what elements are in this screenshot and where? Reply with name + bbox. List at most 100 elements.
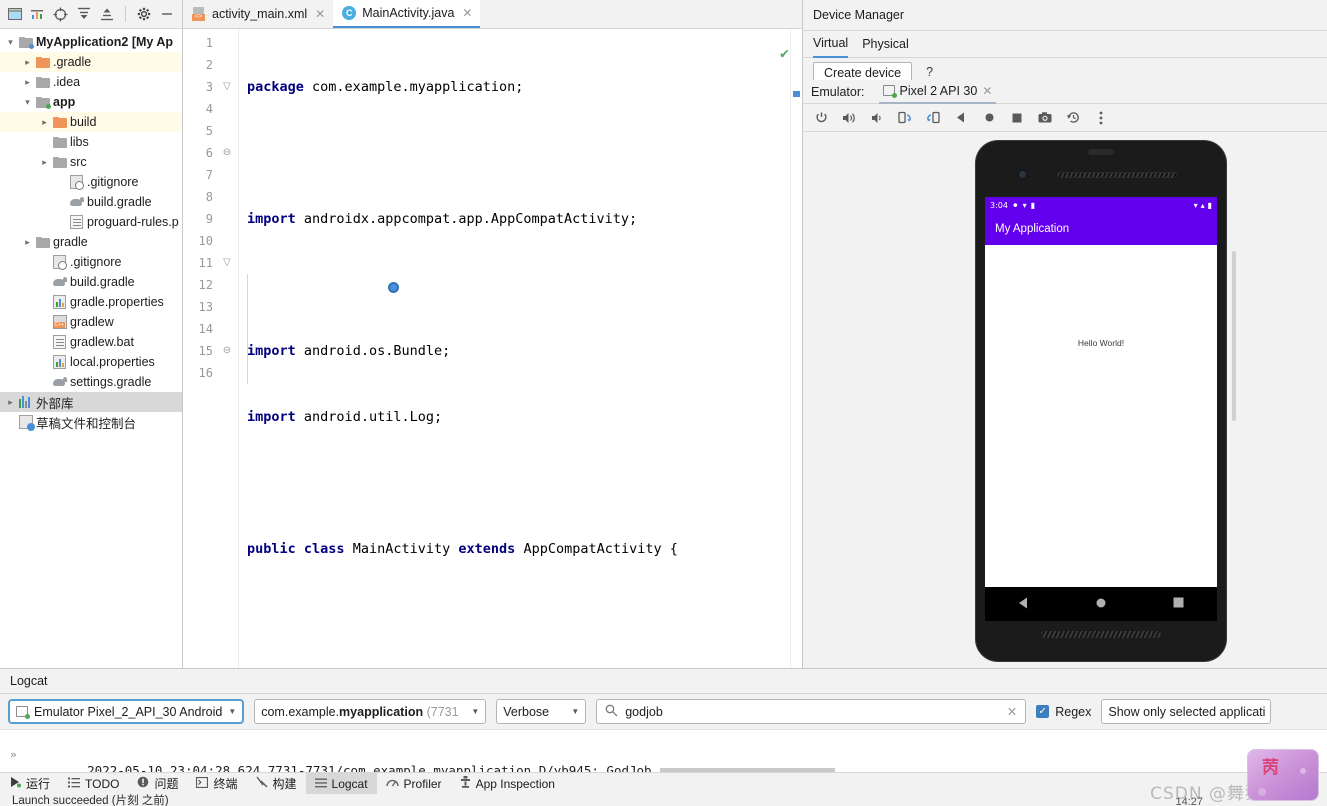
breakpoint-icon[interactable] <box>388 282 399 293</box>
emulator-device-tab[interactable]: Pixel 2 API 30 ✕ <box>878 80 997 104</box>
project-tree[interactable]: ▾ MyApplication2 [My Ap ▸ .gradle ▸ .idea ▾ app… <box>0 29 182 432</box>
editor-gutter[interactable]: 1 2 3 4 5 6 7 8 9 10 11 12 13 14 15 16 ▽ ⊖ ▽ ⊖ <box>183 29 239 668</box>
tree-node[interactable]: ▸ .gradle <box>0 52 182 72</box>
tree-node[interactable]: ▸ 外部库 <box>0 392 182 412</box>
toolwindow-logcat[interactable]: Logcat <box>305 772 377 795</box>
tree-node[interactable]: proguard-rules.p <box>0 212 182 232</box>
logcat-search-input[interactable]: godjob ✕ <box>596 699 1027 724</box>
scrollbar-marker[interactable] <box>793 91 800 97</box>
tree-node[interactable]: gradle.properties <box>0 292 182 312</box>
back-nav-icon[interactable] <box>1018 597 1029 612</box>
tree-node[interactable]: local.properties <box>0 352 182 372</box>
tree-node[interactable]: .gitignore <box>0 252 182 272</box>
emulator-toolbar[interactable] <box>803 104 1327 132</box>
code-fold-icon[interactable]: ▽ <box>221 258 233 268</box>
tree-node[interactable]: ▸ src <box>0 152 182 172</box>
tab-virtual[interactable]: Virtual <box>813 31 849 58</box>
locate-icon[interactable] <box>53 6 68 22</box>
close-icon[interactable]: ✕ <box>315 7 325 21</box>
chevron-right-icon[interactable]: ▸ <box>21 237 34 247</box>
code-editor[interactable]: 1 2 3 4 5 6 7 8 9 10 11 12 13 14 15 16 ▽ ⊖ ▽ ⊖ package com.… <box>183 29 802 806</box>
toolwindow-terminal[interactable]: 终端 <box>187 773 246 795</box>
wifi-icon: ▾ <box>1022 200 1027 210</box>
volume-up-icon[interactable] <box>841 110 857 126</box>
close-icon[interactable]: ✕ <box>462 6 472 20</box>
more-icon[interactable] <box>1093 110 1109 126</box>
device-manager-tabs[interactable]: Virtual Physical <box>803 31 1327 58</box>
overview-icon[interactable] <box>1009 110 1025 126</box>
module-folder-icon <box>35 96 51 109</box>
inspection-ok-icon[interactable]: ✔ <box>780 42 789 64</box>
logcat-filter-selector[interactable]: Show only selected applicati <box>1101 699 1272 724</box>
chevron-right-icon[interactable]: ▸ <box>21 77 34 87</box>
close-icon[interactable]: ✕ <box>982 84 992 98</box>
power-icon[interactable] <box>813 110 829 126</box>
tree-node[interactable]: build.gradle <box>0 192 182 212</box>
clear-search-icon[interactable]: ✕ <box>1007 704 1017 719</box>
emulator-device-frame[interactable]: 3:04 ⚫ ▾ ▮ ▾ ▴ ▮ My Application Hello Wo… <box>976 141 1236 661</box>
settings-gear-icon[interactable] <box>137 6 151 22</box>
tree-node[interactable]: ▾ app <box>0 92 182 112</box>
chevron-right-icon[interactable]: ▸ <box>38 117 51 127</box>
window-icon[interactable] <box>8 6 22 22</box>
logcat-level-selector[interactable]: Verbose ▼ <box>496 699 587 724</box>
gradle-file-icon <box>52 376 67 388</box>
home-nav-icon[interactable] <box>1095 597 1107 612</box>
toolwindow-build-label: 构建 <box>272 777 297 791</box>
logcat-process-selector[interactable]: com.example.myapplication (7731 ▼ <box>254 699 487 724</box>
collapse-all-icon[interactable] <box>100 6 114 22</box>
chevron-down-icon[interactable]: ▾ <box>4 37 17 47</box>
emulator-scrollbar[interactable] <box>1232 251 1236 421</box>
tree-node-label: local.properties <box>70 355 155 369</box>
logcat-output[interactable]: » 2022-05-10 23:04:28.624 7731-7731/com.… <box>0 730 1327 778</box>
project-chart-icon[interactable] <box>31 6 44 22</box>
back-icon[interactable] <box>953 110 969 126</box>
help-icon[interactable]: ? <box>926 65 933 79</box>
chevron-right-icon[interactable]: ▸ <box>38 157 51 167</box>
chevron-right-icon[interactable]: ▸ <box>21 57 34 67</box>
hide-icon[interactable] <box>160 6 174 22</box>
tree-node[interactable]: ▸ .idea <box>0 72 182 92</box>
tree-node[interactable]: ▸ build <box>0 112 182 132</box>
recents-nav-icon[interactable] <box>1173 597 1184 611</box>
rotate-right-icon[interactable] <box>925 110 941 126</box>
tree-node[interactable]: libs <box>0 132 182 152</box>
logcat-regex-toggle[interactable]: ✓ Regex <box>1036 705 1091 719</box>
code-fold-icon[interactable]: ▽ <box>221 82 233 92</box>
emulator-screen[interactable]: 3:04 ⚫ ▾ ▮ ▾ ▴ ▮ My Application Hello Wo… <box>985 197 1217 587</box>
code-fold-icon[interactable]: ⊖ <box>221 148 233 158</box>
tree-node[interactable]: build.gradle <box>0 272 182 292</box>
toolwindow-app-inspection[interactable]: App Inspection <box>451 773 564 795</box>
tree-node[interactable]: gradlew.bat <box>0 332 182 352</box>
rotate-left-icon[interactable] <box>897 110 913 126</box>
cpp-file-icon: C++ <box>52 315 67 329</box>
code-text[interactable]: package com.example.myapplication; impor… <box>239 29 802 806</box>
tree-node[interactable]: .gitignore <box>0 172 182 192</box>
tree-node[interactable]: C++ gradlew <box>0 312 182 332</box>
editor-tab[interactable]: <> activity_main.xml ✕ <box>183 0 333 28</box>
logcat-device-selector[interactable]: Emulator Pixel_2_API_30 Android ▼ <box>8 699 245 724</box>
chevron-right-icon[interactable]: ▸ <box>4 397 17 407</box>
chevron-down-icon[interactable]: ▾ <box>21 97 34 107</box>
tree-node[interactable]: ▸ gradle <box>0 232 182 252</box>
expand-logcat-icon[interactable]: » <box>10 748 17 761</box>
toolwindow-profiler[interactable]: Profiler <box>377 773 451 795</box>
expand-all-icon[interactable] <box>77 6 91 22</box>
tree-node[interactable]: 草稿文件和控制台 <box>0 412 182 432</box>
create-device-button[interactable]: Create device <box>813 62 913 80</box>
tree-node[interactable]: ▾ MyApplication2 [My Ap <box>0 32 182 52</box>
home-icon[interactable] <box>981 110 997 126</box>
editor-tab[interactable]: C MainActivity.java ✕ <box>333 0 481 28</box>
tab-physical[interactable]: Physical <box>862 31 909 58</box>
tree-node[interactable]: settings.gradle <box>0 372 182 392</box>
code-fold-icon[interactable]: ⊖ <box>221 346 233 356</box>
android-nav-bar[interactable] <box>985 587 1217 621</box>
toolwindow-build[interactable]: 构建 <box>247 773 306 795</box>
volume-down-icon[interactable] <box>869 110 885 126</box>
device-manager-panel: Device Manager Virtual Physical Create d… <box>802 0 1327 668</box>
history-icon[interactable] <box>1065 110 1081 126</box>
logcat-search-value[interactable]: godjob <box>625 705 1000 719</box>
screenshot-icon[interactable] <box>1037 110 1053 126</box>
checkbox-checked-icon[interactable]: ✓ <box>1036 705 1050 718</box>
